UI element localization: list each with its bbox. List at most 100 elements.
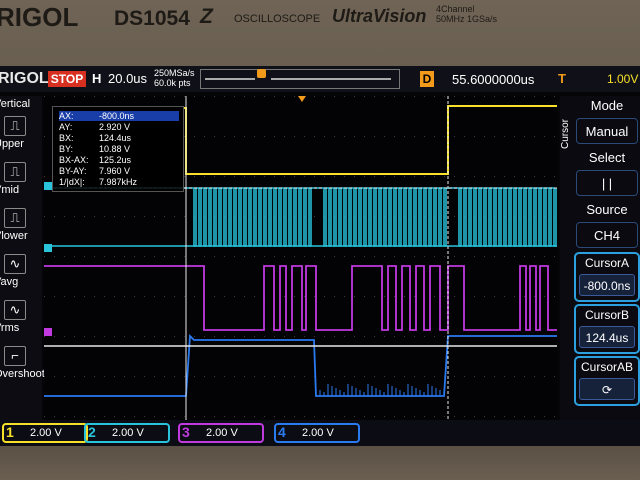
measure-item-upper[interactable]: ⎍ Upper [0,112,42,156]
grid-dot [494,176,495,177]
grid-dot [174,256,175,257]
trigger-level-value[interactable]: 1.00V [607,72,638,86]
cursor-readout-label: AX: [59,111,74,121]
channel-number: 3 [182,424,190,440]
cursor-a-control[interactable]: CursorA -800.0ns [574,252,640,302]
grid-dot [144,376,145,377]
cursor-readout-label: BX: [59,133,74,143]
grid-dot [124,256,125,257]
cursor-readout-value: 2.920 V [99,122,131,132]
grid-dot [354,136,355,137]
grid-dot [44,136,45,137]
grid-dot [214,376,215,377]
grid-dot [134,216,135,217]
grid-dot [264,376,265,377]
grid-dot [414,176,415,177]
grid-dot [434,136,435,137]
grid-dot [84,256,85,257]
grid-dot [374,136,375,137]
grid-dot [194,256,195,257]
grid-dot [254,256,255,257]
grid-dot [374,416,375,417]
brand-model-suffix: Z [200,5,213,28]
grid-dot [354,256,355,257]
grid-dot [364,416,365,417]
grid-dot [464,416,465,417]
measure-item-vmid[interactable]: ⎍ Vmid [0,158,42,202]
grid-dot [184,256,185,257]
grid-dot [224,336,225,337]
measure-item-vrms[interactable]: ∿ Vrms [0,296,42,340]
grid-dot [244,256,245,257]
grid-dot [394,416,395,417]
grid-dot [304,296,305,297]
cursor-readout-row: BX: 124.4us [59,133,179,143]
grid-dot [54,376,55,377]
grid-dot [444,256,445,257]
mode-value[interactable]: Manual [576,118,638,144]
grid-dot [354,176,355,177]
grid-dot [324,176,325,177]
source-value[interactable]: CH4 [576,222,638,248]
ch4-trace [44,333,557,397]
measure-item-vlower[interactable]: ⎍ Vlower [0,204,42,248]
run-state-badge[interactable]: STOP [48,71,86,87]
grid-dot [184,296,185,297]
select-value[interactable]: | | [576,170,638,196]
grid-dot [294,336,295,337]
timebase-value[interactable]: 20.0us [108,71,147,86]
grid-dot [494,296,495,297]
brand-bandwidth: 50MHz 1GSa/s [436,14,498,24]
memory-overview-bar[interactable] [200,69,400,89]
grid-dot [454,176,455,177]
grid-dot [454,416,455,417]
grid-dot [474,256,475,257]
grid-dot [504,376,505,377]
measure-item-overshoot[interactable]: ⌐ Overshoot [0,342,45,386]
grid-dot [214,296,215,297]
grid-dot [384,256,385,257]
grid-dot [484,416,485,417]
grid-dot [224,136,225,137]
grid-dot [214,416,215,417]
grid-dot [194,136,195,137]
cursor-readout-value: 7.960 V [99,166,131,176]
grid-dot [204,176,205,177]
cursor-readout-label: BX-AX: [59,155,89,165]
grid-dot [434,376,435,377]
grid-dot [494,96,495,97]
grid-dot [154,216,155,217]
cursor-readout-row: BX-AX: 125.2us [59,155,179,165]
grid-dot [484,176,485,177]
grid-dot [134,296,135,297]
grid-dot [434,416,435,417]
measure-sidebar: Vertical ⎍ Upper ⎍ Vmid ⎍ Vlower ∿ Vavg … [0,96,45,422]
ch2-waveform [44,187,557,247]
grid-dot [234,176,235,177]
channel-1-badge[interactable]: 1 2.00 V [2,423,88,443]
grid-dot [234,376,235,377]
delay-value[interactable]: 55.6000000us [452,72,534,87]
cursor-readout-value: 10.88 V [99,144,131,154]
cursor-readout-value: 125.2us [99,155,132,165]
grid-dot [524,176,525,177]
grid-dot [314,176,315,177]
grid-dot [304,256,305,257]
grid-dot [304,376,305,377]
channel-4-badge[interactable]: 4 2.00 V [274,423,360,443]
trigger-position-marker [257,69,266,78]
grid-dot [414,416,415,417]
cursor-ab-control[interactable]: CursorAB ⟳ [574,356,640,406]
grid-dot [234,336,235,337]
grid-dot [494,256,495,257]
grid-dot [474,96,475,97]
grid-dot [194,416,195,417]
grid-dot [194,296,195,297]
channel-2-badge[interactable]: 2 2.00 V [84,423,170,443]
grid-dot [224,376,225,377]
measure-item-vavg[interactable]: ∿ Vavg [0,250,42,294]
cursor-b-control[interactable]: CursorB 124.4us [574,304,640,354]
grid-dot [344,96,345,97]
channel-3-badge[interactable]: 3 2.00 V [178,423,264,443]
grid-dot [414,336,415,337]
